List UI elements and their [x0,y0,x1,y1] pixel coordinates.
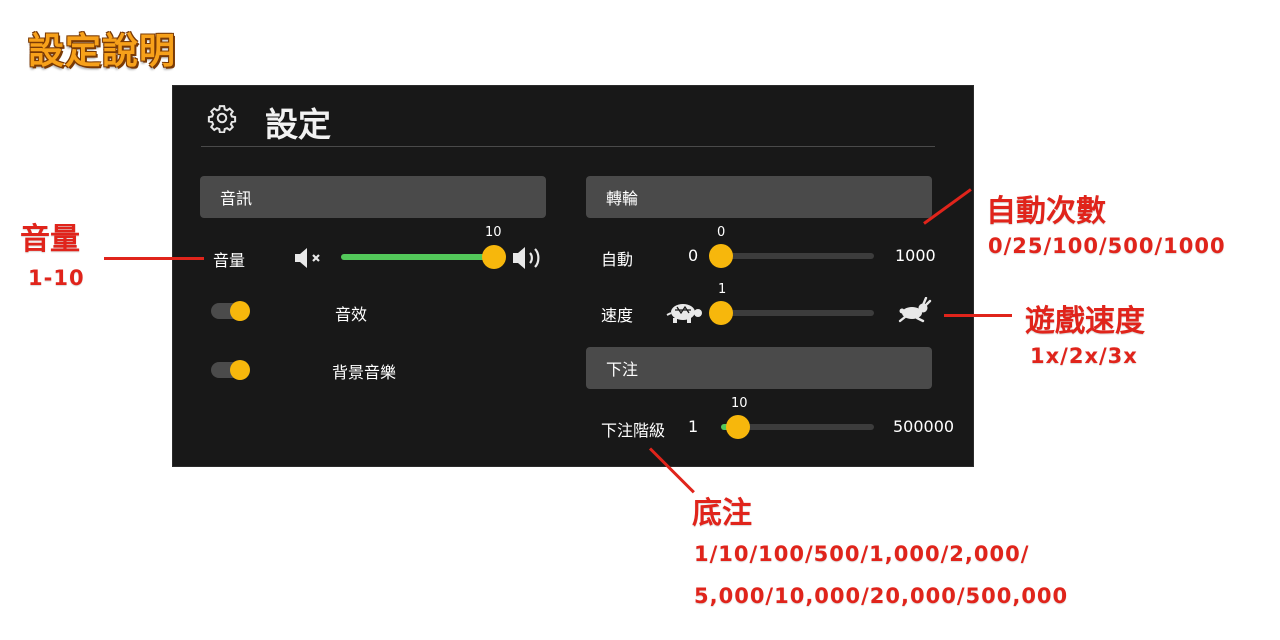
settings-panel: 設定 音訊 音量 10 音效 背景音樂 轉輪 自動 0 0 1000 速度 1 … [172,85,974,467]
gear-icon[interactable] [207,103,237,133]
speaker-loud-icon[interactable] [511,244,547,272]
annotation-auto-options: 0/25/100/500/1000 [988,234,1226,258]
speaker-mute-icon[interactable] [293,246,327,270]
header-divider [201,146,935,147]
auto-label: 自動 [601,250,634,269]
bet-level-value: 10 [731,396,748,411]
bet-level-slider-handle[interactable] [726,415,750,439]
bgm-toggle-knob[interactable] [230,360,250,380]
speed-value: 1 [718,282,727,297]
auto-slider-track[interactable] [716,253,874,259]
audio-section-label: 音訊 [220,189,253,208]
volume-label: 音量 [213,251,246,270]
annotation-bet-title: 底注 [692,496,752,531]
annotation-bet-options-line2: 5,000/10,000/20,000/500,000 [694,584,1069,608]
auto-max: 1000 [895,246,936,265]
bet-section-label: 下注 [606,360,639,379]
volume-value: 10 [485,225,502,240]
speed-slider-track[interactable] [716,310,874,316]
page-title: 設定說明 [28,31,177,72]
settings-title: 設定 [265,105,331,144]
sfx-label: 音效 [335,305,368,324]
volume-slider-fill [341,254,494,260]
bgm-label: 背景音樂 [332,363,397,382]
bet-section-header: 下注 [586,347,932,389]
bet-level-max: 500000 [893,417,955,436]
auto-min: 0 [688,246,699,265]
annotation-speed-leader [944,314,1012,317]
spin-section-label: 轉輪 [606,189,639,208]
auto-value: 0 [717,225,726,240]
spin-section-header: 轉輪 [586,176,932,218]
auto-slider-handle[interactable] [709,244,733,268]
turtle-icon [666,304,702,323]
sfx-toggle-knob[interactable] [230,301,250,321]
annotation-speed-title: 遊戲速度 [1025,304,1145,339]
speed-slider-handle[interactable] [709,301,733,325]
annotation-volume-title: 音量 [20,222,80,257]
rabbit-icon [898,297,932,323]
bet-level-label: 下注階級 [601,421,666,440]
bet-level-min: 1 [688,417,699,436]
audio-section-header: 音訊 [200,176,546,218]
annotation-volume-leader [104,257,204,260]
annotation-bet-options-line1: 1/10/100/500/1,000/2,000/ [694,542,1030,566]
volume-slider-handle[interactable] [482,245,506,269]
annotation-auto-title: 自動次數 [986,194,1106,229]
annotation-volume-range: 1-10 [28,266,85,290]
annotation-speed-options: 1x/2x/3x [1030,344,1138,368]
speed-label: 速度 [601,306,634,325]
